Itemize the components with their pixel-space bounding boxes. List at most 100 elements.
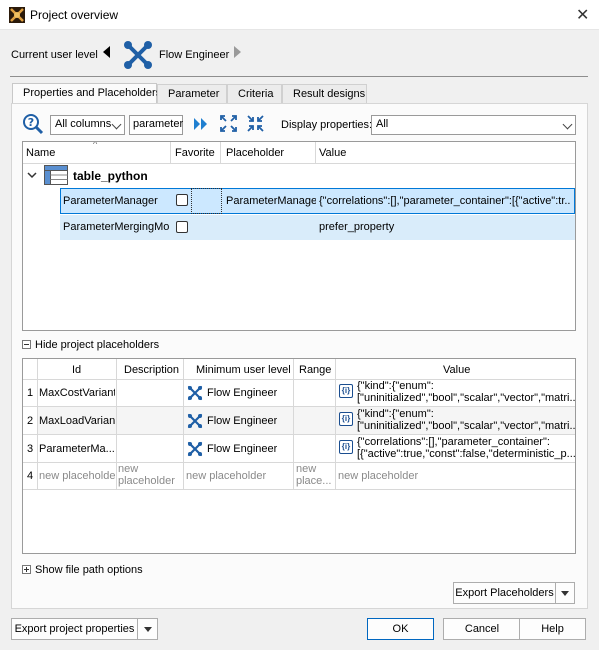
columns-select[interactable]: All columns xyxy=(50,115,125,135)
column-header-description[interactable]: Description xyxy=(124,364,179,376)
expand-box-icon[interactable] xyxy=(22,565,31,574)
placeholder-value-line1[interactable]: {"correlations":[],"parameter_container"… xyxy=(357,436,575,448)
row-number: 2 xyxy=(27,415,34,427)
column-header-value[interactable]: Value xyxy=(319,147,346,159)
property-name: ParameterManager xyxy=(63,195,158,207)
placeholder-value-line1[interactable]: {"kind":{"enum": xyxy=(357,408,575,420)
column-divider xyxy=(116,407,117,434)
close-icon[interactable]: ✕ xyxy=(576,5,589,25)
new-placeholder-value[interactable]: new placeholder xyxy=(338,470,574,482)
column-header-minimum-user-level[interactable]: Minimum user level xyxy=(196,364,291,376)
flow-engineer-icon xyxy=(124,41,152,69)
placeholder-level[interactable]: Flow Engineer xyxy=(207,387,277,399)
json-icon: {i} xyxy=(339,384,353,398)
show-file-path-label[interactable]: Show file path options xyxy=(35,564,143,576)
tab-parameter[interactable]: Parameter xyxy=(157,84,227,104)
column-divider xyxy=(335,407,336,434)
placeholder-level[interactable]: Flow Engineer xyxy=(207,415,277,427)
column-header-range[interactable]: Range xyxy=(299,364,331,376)
expand-all-icon[interactable] xyxy=(220,115,237,132)
separator xyxy=(10,76,588,77)
column-header-favorite[interactable]: Favorite xyxy=(175,147,215,159)
current-user-level-label: Current user level xyxy=(11,49,98,61)
flow-engineer-icon xyxy=(187,441,203,457)
tab-criteria[interactable]: Criteria xyxy=(227,84,282,104)
header-separator xyxy=(23,163,575,164)
row-separator xyxy=(23,489,575,490)
caret-down-icon xyxy=(144,627,152,632)
search-icon[interactable]: ? xyxy=(22,113,44,135)
placeholder-id[interactable]: MaxLoadVariant xyxy=(39,415,115,427)
column-divider xyxy=(220,142,221,163)
window-title: Project overview xyxy=(30,8,119,22)
new-placeholder-level[interactable]: new placeholder xyxy=(186,470,292,482)
favorite-checkbox[interactable] xyxy=(176,221,188,233)
new-placeholder-range-line1[interactable]: new xyxy=(296,463,334,475)
export-placeholders-menu-button[interactable] xyxy=(555,582,575,604)
favorite-checkbox[interactable] xyxy=(176,194,188,206)
collapse-box-icon[interactable] xyxy=(22,340,31,349)
table-python-icon xyxy=(44,165,68,185)
help-button[interactable]: Help xyxy=(519,618,586,640)
placeholder-id[interactable]: ParameterMa... xyxy=(39,443,115,455)
column-divider xyxy=(183,407,184,434)
new-placeholder-description-line1[interactable]: new xyxy=(118,463,182,475)
properties-table[interactable]: Name ^ Favorite Placeholder Value table_… xyxy=(22,141,576,331)
column-header-name[interactable]: Name xyxy=(26,147,55,159)
svg-text:?: ? xyxy=(28,116,34,129)
display-properties-label: Display properties: xyxy=(281,119,373,131)
placeholder-value-line2[interactable]: [{"active":true,"const":false,"determini… xyxy=(357,448,575,460)
chevron-down-icon xyxy=(111,119,122,130)
new-placeholder-range-line2[interactable]: place... xyxy=(296,475,334,487)
find-next-icon[interactable] xyxy=(192,116,210,132)
tab-result-designs[interactable]: Result designs xyxy=(282,84,367,104)
column-divider xyxy=(170,142,171,163)
row-separator xyxy=(23,434,575,435)
placeholder-value-line2[interactable]: ["uninitialized","bool","scalar","vector… xyxy=(357,420,575,432)
display-properties-value: All xyxy=(376,118,389,130)
collapse-all-icon[interactable] xyxy=(247,115,264,132)
flow-engineer-icon xyxy=(187,413,203,429)
export-properties-menu-button[interactable] xyxy=(137,618,158,640)
title-bar: Project overview ✕ xyxy=(0,0,599,30)
placeholders-table[interactable]: Id Description Minimum user level Range … xyxy=(22,358,576,554)
group-name: table_python xyxy=(73,169,148,183)
new-placeholder-description-line2[interactable]: placeholder xyxy=(118,475,182,487)
placeholder-value-line2[interactable]: ["uninitialized","bool","scalar","vector… xyxy=(357,392,575,404)
app-icon xyxy=(9,7,25,23)
property-name: ParameterMergingMode xyxy=(63,221,169,233)
user-level-next-icon[interactable] xyxy=(234,46,241,58)
tab-properties-and-placeholders[interactable]: Properties and Placeholders xyxy=(12,83,161,105)
sort-indicator-icon: ^ xyxy=(93,141,98,149)
ok-button[interactable]: OK xyxy=(367,618,434,640)
property-value[interactable]: {"correlations":[],"parameter_container"… xyxy=(319,195,571,207)
columns-select-value: All columns xyxy=(55,118,112,130)
column-header-placeholder[interactable]: Placeholder xyxy=(226,147,284,159)
focus-cell xyxy=(191,188,222,214)
export-placeholders-button[interactable]: Export Placeholders xyxy=(453,582,556,604)
row-number: 3 xyxy=(27,443,34,455)
property-placeholder: ParameterManager xyxy=(226,195,316,207)
placeholder-value-line1[interactable]: {"kind":{"enum": xyxy=(357,380,575,392)
export-project-properties-button[interactable]: Export project properties xyxy=(11,618,138,640)
json-icon: {i} xyxy=(339,412,353,426)
hide-placeholders-label[interactable]: Hide project placeholders xyxy=(35,339,159,351)
new-placeholder-id[interactable]: new placeholder xyxy=(39,470,115,482)
chevron-down-icon[interactable] xyxy=(27,170,37,180)
property-value[interactable]: prefer_property xyxy=(319,221,571,233)
column-header-value[interactable]: Value xyxy=(443,364,470,376)
user-level-prev-icon[interactable] xyxy=(103,46,110,58)
flow-engineer-icon xyxy=(187,385,203,401)
caret-down-icon xyxy=(561,591,569,596)
column-header-id[interactable]: Id xyxy=(72,364,81,376)
row-number: 4 xyxy=(27,470,34,482)
row-number: 1 xyxy=(27,387,34,399)
placeholder-id[interactable]: MaxCostVariant xyxy=(39,387,115,399)
cancel-button[interactable]: Cancel xyxy=(443,618,521,640)
column-divider xyxy=(293,407,294,434)
json-icon: {i} xyxy=(339,440,353,454)
column-divider xyxy=(315,142,316,163)
placeholder-level[interactable]: Flow Engineer xyxy=(207,443,277,455)
display-properties-select[interactable]: All xyxy=(371,115,576,135)
search-input[interactable]: parameter xyxy=(129,115,183,135)
